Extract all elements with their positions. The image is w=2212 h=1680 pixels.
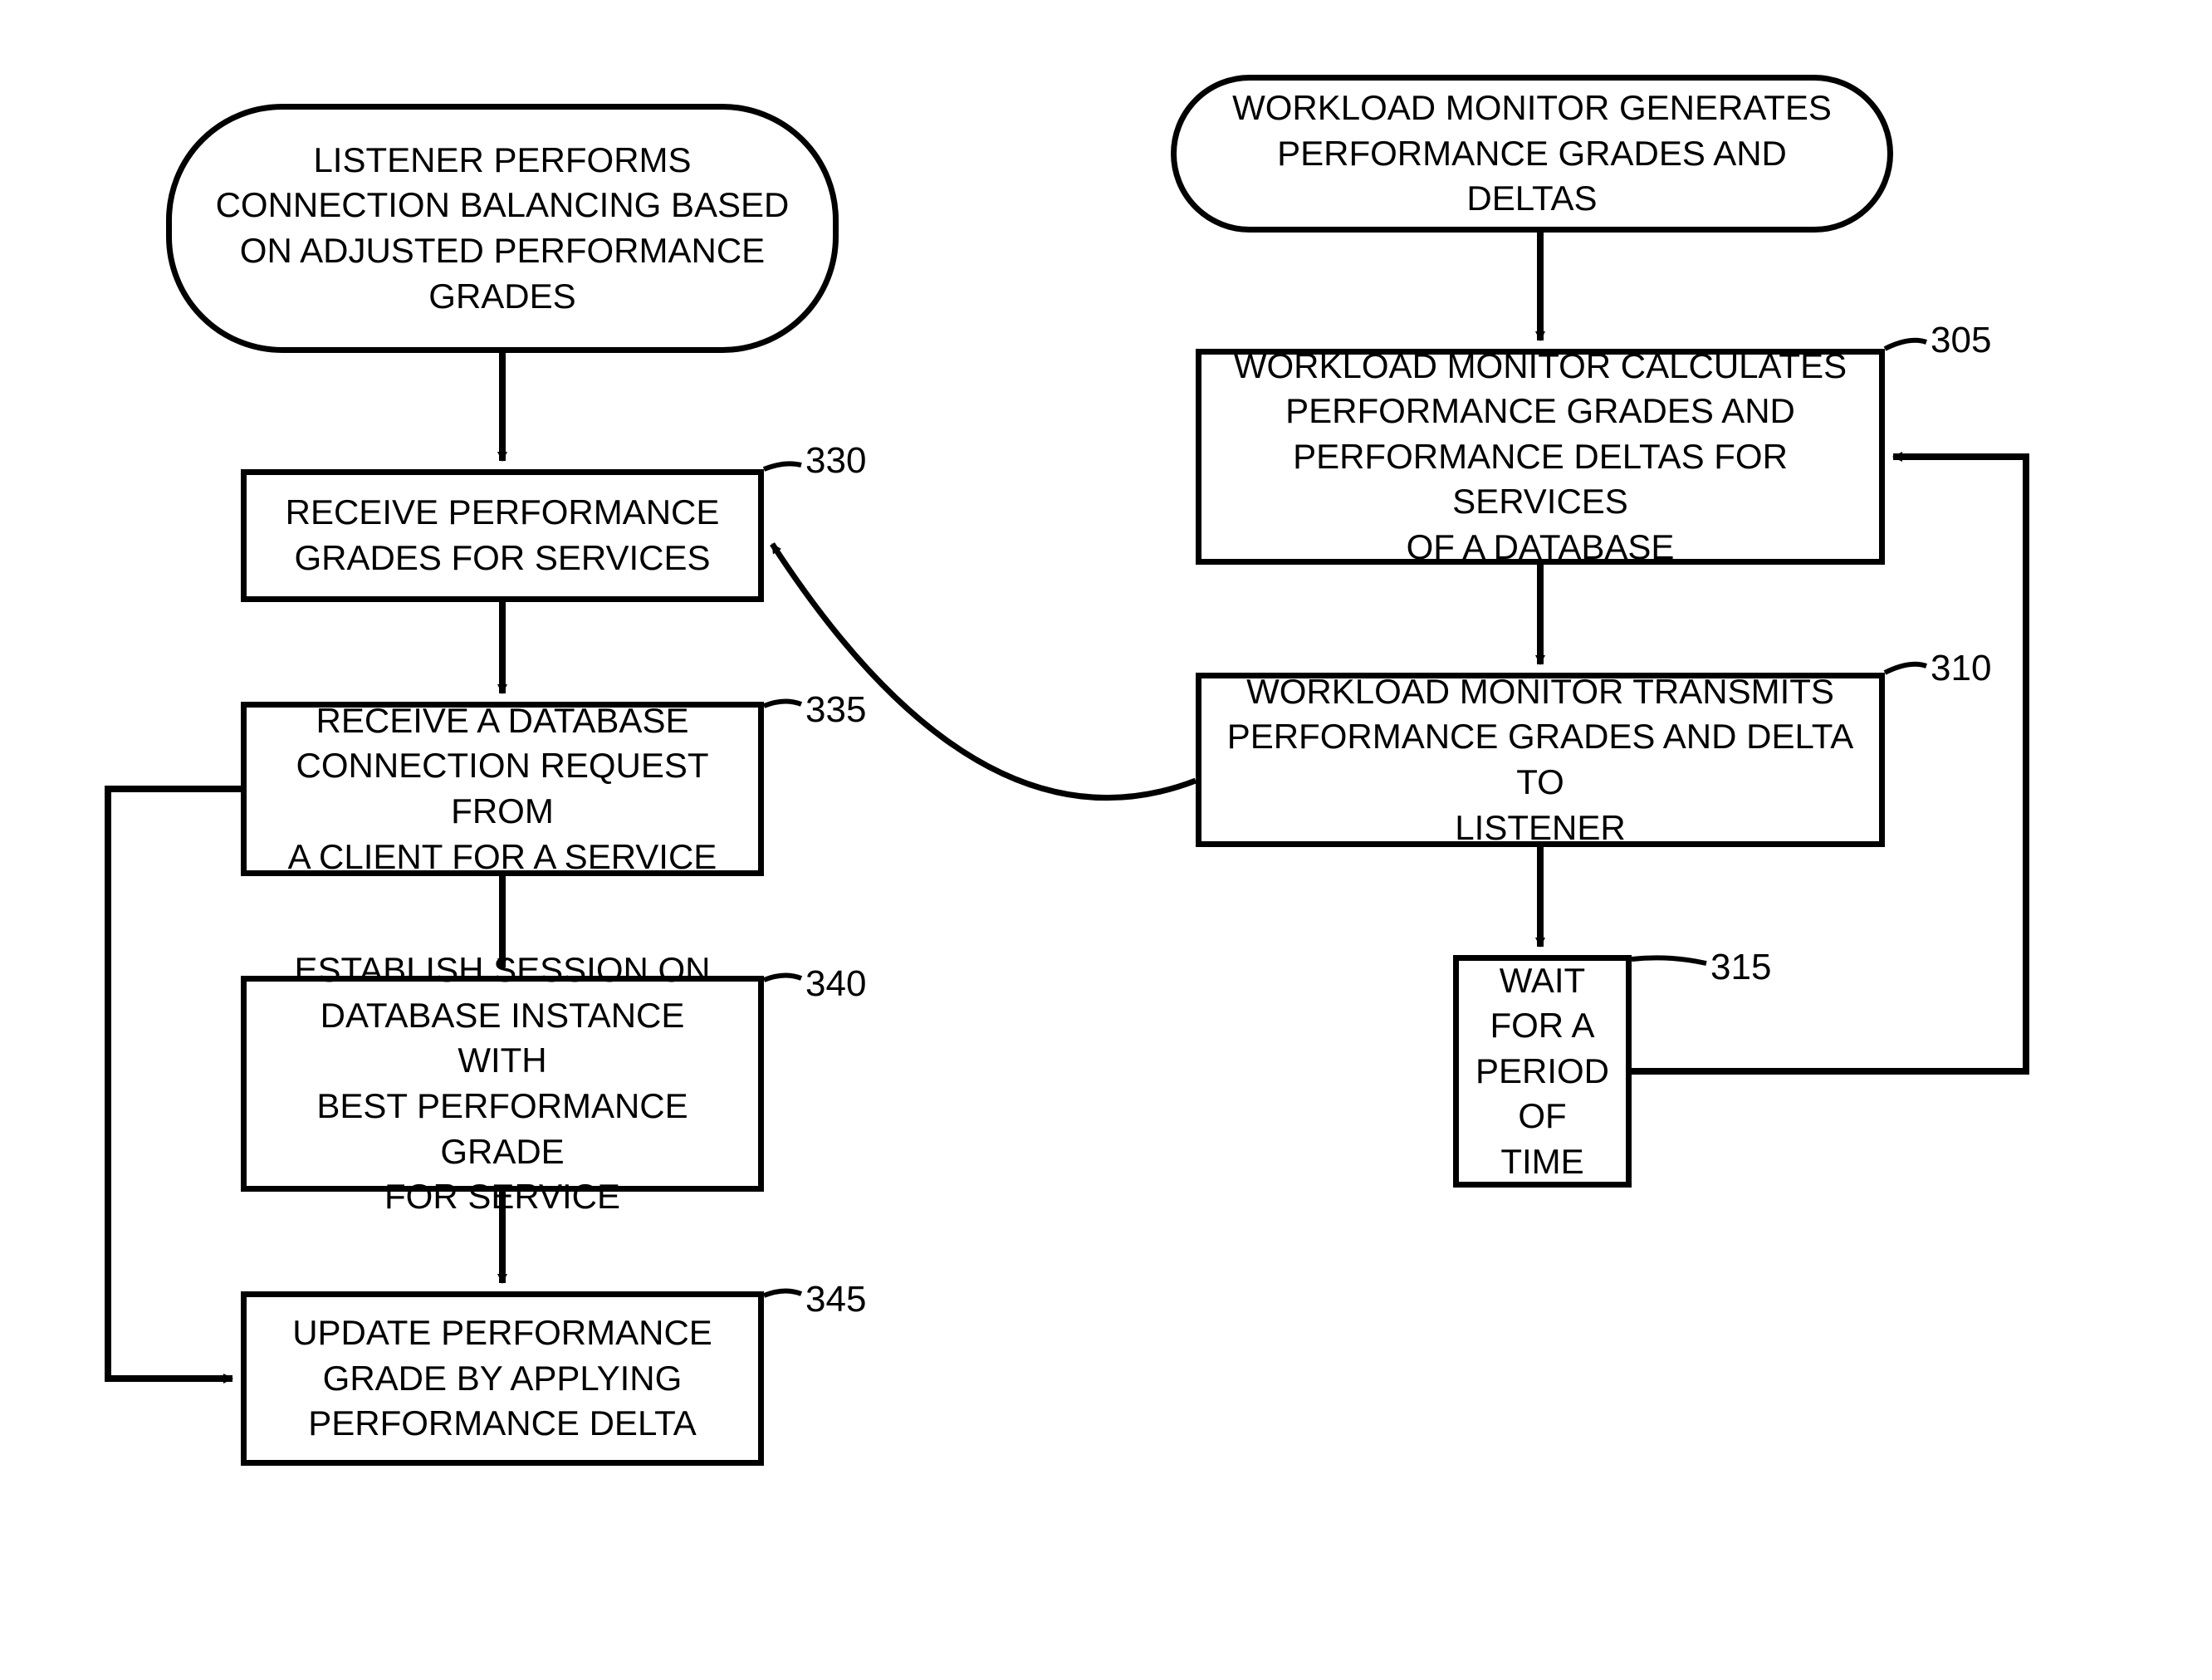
label-310: 310 — [1931, 648, 1991, 689]
box-315: WAIT FOR A PERIOD OF TIME — [1453, 955, 1632, 1188]
box-330: RECEIVE PERFORMANCE GRADES FOR SERVICES — [241, 469, 764, 602]
label-335: 335 — [805, 689, 866, 731]
box-310-text: WORKLOAD MONITOR TRANSMITS PERFORMANCE G… — [1226, 669, 1854, 850]
label-305: 305 — [1931, 320, 1991, 361]
box-345: UPDATE PERFORMANCE GRADE BY APPLYING PER… — [241, 1291, 764, 1466]
box-315-text: WAIT FOR A PERIOD OF TIME — [1475, 958, 1609, 1185]
terminator-listener: LISTENER PERFORMS CONNECTION BALANCING B… — [166, 104, 839, 353]
terminator-workload-text: WORKLOAD MONITOR GENERATES PERFORMANCE G… — [1218, 86, 1846, 222]
terminator-workload: WORKLOAD MONITOR GENERATES PERFORMANCE G… — [1171, 75, 1893, 233]
box-305: WORKLOAD MONITOR CALCULATES PERFORMANCE … — [1196, 349, 1885, 565]
terminator-listener-text: LISTENER PERFORMS CONNECTION BALANCING B… — [216, 138, 790, 319]
box-335-text: RECEIVE A DATABASE CONNECTION REQUEST FR… — [272, 698, 733, 879]
label-345: 345 — [805, 1279, 866, 1320]
box-335: RECEIVE A DATABASE CONNECTION REQUEST FR… — [241, 702, 764, 876]
label-315: 315 — [1710, 947, 1771, 988]
box-305-text: WORKLOAD MONITOR CALCULATES PERFORMANCE … — [1226, 344, 1854, 571]
box-345-text: UPDATE PERFORMANCE GRADE BY APPLYING PER… — [292, 1310, 712, 1447]
box-340-text: ESTABLISH SESSION ON DATABASE INSTANCE W… — [272, 948, 733, 1220]
box-340: ESTABLISH SESSION ON DATABASE INSTANCE W… — [241, 976, 764, 1192]
label-330: 330 — [805, 440, 866, 482]
box-310: WORKLOAD MONITOR TRANSMITS PERFORMANCE G… — [1196, 673, 1885, 847]
label-340: 340 — [805, 963, 866, 1005]
box-330-text: RECEIVE PERFORMANCE GRADES FOR SERVICES — [286, 490, 720, 580]
